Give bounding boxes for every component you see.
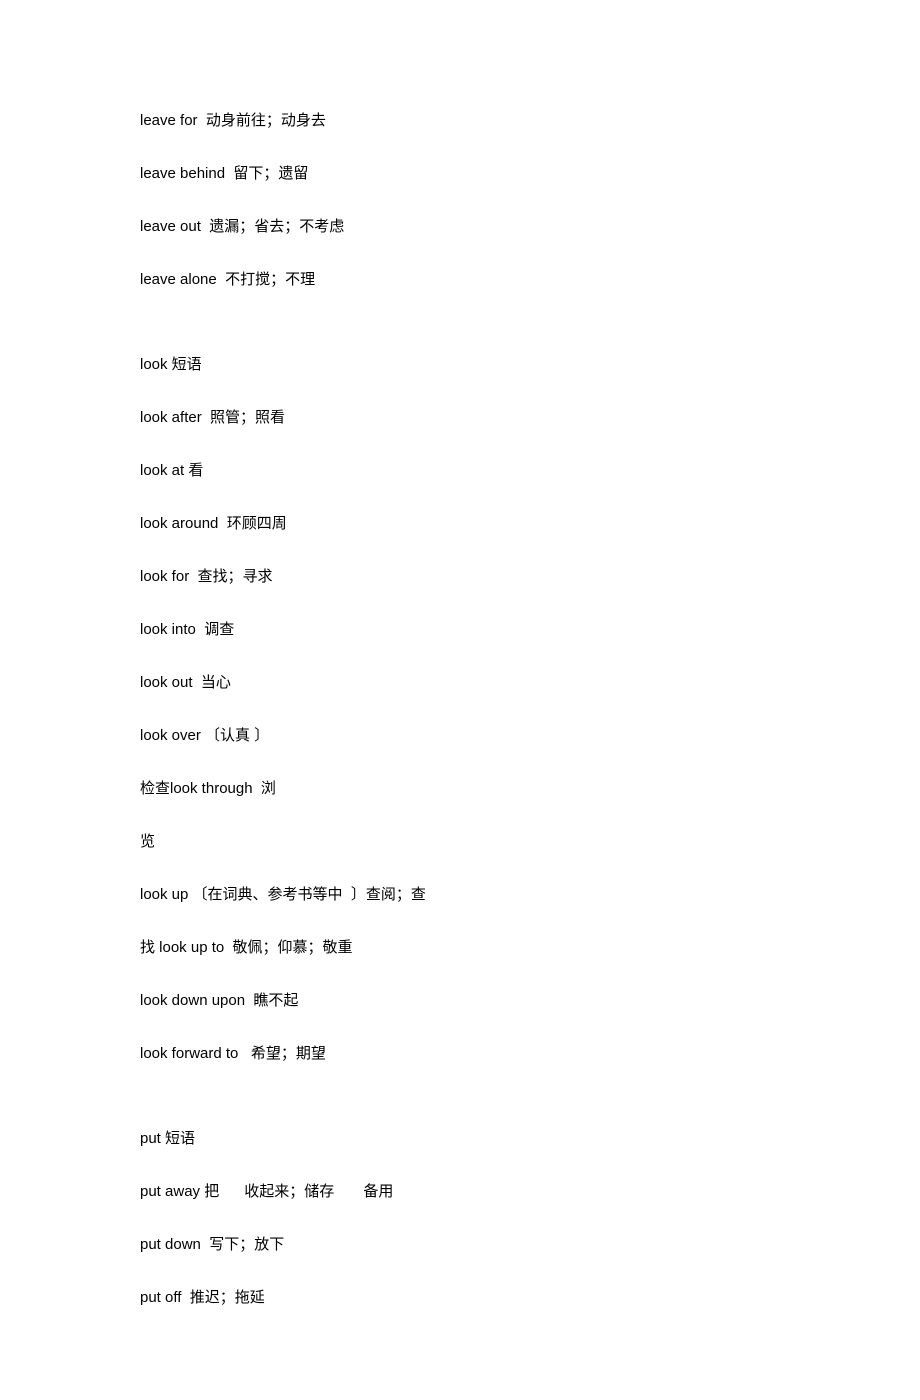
text-line: look out 当心 xyxy=(140,672,780,693)
section-gap xyxy=(140,322,780,354)
text-line: leave behind 留下；遗留 xyxy=(140,163,780,184)
text-line: look at 看 xyxy=(140,460,780,481)
text-line: 检查look through 浏 xyxy=(140,778,780,799)
section-gap xyxy=(140,1096,780,1128)
text-line: 览 xyxy=(140,831,780,852)
text-line: look 短语 xyxy=(140,354,780,375)
text-line: look for 查找；寻求 xyxy=(140,566,780,587)
text-line: look around 环顾四周 xyxy=(140,513,780,534)
text-line: look after 照管；照看 xyxy=(140,407,780,428)
text-line: put 短语 xyxy=(140,1128,780,1149)
text-line: look up 〔在词典、参考书等中 〕查阅；查 xyxy=(140,884,780,905)
text-line: look down upon 瞧不起 xyxy=(140,990,780,1011)
text-line: look over 〔认真 〕 xyxy=(140,725,780,746)
text-line: leave out 遗漏；省去；不考虑 xyxy=(140,216,780,237)
text-line: put down 写下；放下 xyxy=(140,1234,780,1255)
text-line: put off 推迟；拖延 xyxy=(140,1287,780,1308)
text-line: look forward to 希望；期望 xyxy=(140,1043,780,1064)
text-line: leave for 动身前往；动身去 xyxy=(140,110,780,131)
text-line: look into 调查 xyxy=(140,619,780,640)
document-page: leave for 动身前往；动身去 leave behind 留下；遗留 leav… xyxy=(0,0,920,1400)
text-line: put away 把 收起来；储存 备用 xyxy=(140,1181,780,1202)
text-line: 找 look up to 敬佩；仰慕；敬重 xyxy=(140,937,780,958)
text-line: leave alone 不打搅；不理 xyxy=(140,269,780,290)
